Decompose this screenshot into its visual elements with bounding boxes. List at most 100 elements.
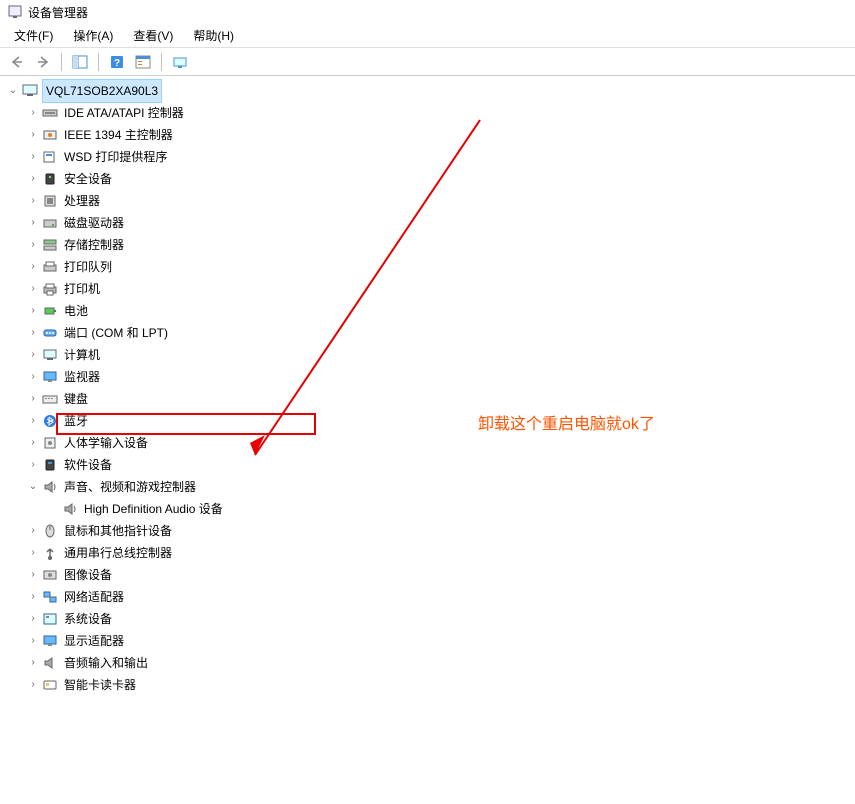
expander-icon[interactable]: › — [26, 300, 40, 322]
item-label: 系统设备 — [62, 607, 114, 631]
expander-icon[interactable]: › — [26, 146, 40, 168]
tree-item-usb[interactable]: › 通用串行总线控制器 — [6, 542, 855, 564]
root-label: VQL71SOB2XA90L3 — [42, 79, 162, 103]
port-icon — [42, 325, 58, 341]
expander-icon[interactable]: › — [26, 234, 40, 256]
tree-item-computer[interactable]: › 计算机 — [6, 344, 855, 366]
item-label: 电池 — [62, 299, 90, 323]
app-icon — [8, 5, 22, 19]
expander-icon[interactable]: › — [26, 102, 40, 124]
expander-icon[interactable]: › — [26, 278, 40, 300]
menu-action[interactable]: 操作(A) — [63, 24, 123, 47]
item-label: 打印机 — [62, 277, 102, 301]
smartcard-icon — [42, 677, 58, 693]
item-label: 软件设备 — [62, 453, 114, 477]
firewire-icon — [42, 127, 58, 143]
expander-icon[interactable]: › — [26, 652, 40, 674]
audio-icon — [42, 655, 58, 671]
item-label: WSD 打印提供程序 — [62, 145, 169, 169]
usb-icon — [42, 545, 58, 561]
expander-icon[interactable]: › — [26, 410, 40, 432]
expander-icon[interactable]: › — [26, 542, 40, 564]
expander-icon[interactable]: ⌄ — [6, 80, 20, 102]
tree-item-image[interactable]: › 图像设备 — [6, 564, 855, 586]
tree-item-display[interactable]: › 显示适配器 — [6, 630, 855, 652]
svg-text:?: ? — [114, 58, 120, 69]
expander-icon[interactable]: › — [26, 168, 40, 190]
printer-icon — [42, 281, 58, 297]
expander-icon[interactable]: › — [26, 630, 40, 652]
tree-item-port[interactable]: › 端口 (COM 和 LPT) — [6, 322, 855, 344]
item-label: 监视器 — [62, 365, 102, 389]
tree-item-network[interactable]: › 网络适配器 — [6, 586, 855, 608]
tree-item-bluetooth[interactable]: › 蓝牙 — [6, 410, 855, 432]
expander-icon[interactable]: › — [26, 432, 40, 454]
tree-item-keyboard[interactable]: › 键盘 — [6, 388, 855, 410]
tree-item-software[interactable]: › 软件设备 — [6, 454, 855, 476]
expander-icon[interactable]: › — [26, 366, 40, 388]
tree-item-monitor[interactable]: › 监视器 — [6, 366, 855, 388]
tree-root[interactable]: ⌄ VQL71SOB2XA90L3 — [6, 80, 855, 102]
expander-icon[interactable]: › — [26, 520, 40, 542]
expander-icon[interactable]: › — [26, 586, 40, 608]
tree-item-cpu[interactable]: › 处理器 — [6, 190, 855, 212]
tree-item-wsd[interactable]: › WSD 打印提供程序 — [6, 146, 855, 168]
keyboard-icon — [42, 391, 58, 407]
item-label: 端口 (COM 和 LPT) — [62, 321, 170, 345]
item-label: 声音、视频和游戏控制器 — [62, 475, 198, 499]
item-label: 显示适配器 — [62, 629, 126, 653]
tree-item-hd-audio[interactable]: High Definition Audio 设备 — [6, 498, 855, 520]
device-tree[interactable]: ⌄ VQL71SOB2XA90L3 › IDE ATA/ATAPI 控制器 › … — [0, 76, 855, 696]
expander-icon[interactable]: › — [26, 212, 40, 234]
forward-button[interactable] — [32, 51, 54, 73]
menu-help[interactable]: 帮助(H) — [183, 24, 244, 47]
hid-icon — [42, 435, 58, 451]
tree-item-sound[interactable]: ⌄ 声音、视频和游戏控制器 — [6, 476, 855, 498]
tree-item-printer[interactable]: › 打印机 — [6, 278, 855, 300]
expander-icon[interactable]: › — [26, 256, 40, 278]
tree-item-audio[interactable]: › 音频输入和输出 — [6, 652, 855, 674]
tree-item-security[interactable]: › 安全设备 — [6, 168, 855, 190]
expander-icon[interactable]: › — [26, 322, 40, 344]
help-button[interactable]: ? — [106, 51, 128, 73]
expander-icon[interactable]: ⌄ — [26, 476, 40, 498]
tree-item-ide[interactable]: › IDE ATA/ATAPI 控制器 — [6, 102, 855, 124]
ide-icon — [42, 105, 58, 121]
item-label: 安全设备 — [62, 167, 114, 191]
tree-item-storage[interactable]: › 存储控制器 — [6, 234, 855, 256]
back-button[interactable] — [6, 51, 28, 73]
expander-icon[interactable]: › — [26, 344, 40, 366]
tree-item-disk[interactable]: › 磁盘驱动器 — [6, 212, 855, 234]
show-hide-button[interactable] — [69, 51, 91, 73]
menu-file[interactable]: 文件(F) — [4, 24, 63, 47]
sound-icon — [42, 479, 58, 495]
expander-icon[interactable]: › — [26, 388, 40, 410]
tree-item-battery[interactable]: › 电池 — [6, 300, 855, 322]
expander-icon[interactable]: › — [26, 564, 40, 586]
toolbar-separator — [161, 53, 162, 71]
expander-icon[interactable]: › — [26, 674, 40, 696]
expander-icon[interactable]: › — [26, 454, 40, 476]
title-bar: 设备管理器 — [0, 0, 855, 24]
expander-icon[interactable]: › — [26, 190, 40, 212]
computer-icon — [22, 83, 38, 99]
security-icon — [42, 171, 58, 187]
expander-icon[interactable]: › — [26, 608, 40, 630]
expander-icon[interactable]: › — [26, 124, 40, 146]
tree-item-printqueue[interactable]: › 打印队列 — [6, 256, 855, 278]
tree-item-hid[interactable]: › 人体学输入设备 — [6, 432, 855, 454]
properties-button[interactable] — [132, 51, 154, 73]
item-label: 图像设备 — [62, 563, 114, 587]
tree-item-system[interactable]: › 系统设备 — [6, 608, 855, 630]
tree-item-ieee1394[interactable]: › IEEE 1394 主控制器 — [6, 124, 855, 146]
menu-view[interactable]: 查看(V) — [123, 24, 183, 47]
computer-cat-icon — [42, 347, 58, 363]
wsd-icon — [42, 149, 58, 165]
item-label: 智能卡读卡器 — [62, 673, 138, 697]
window-title: 设备管理器 — [28, 4, 88, 21]
scan-button[interactable] — [169, 51, 191, 73]
tree-item-smartcard[interactable]: › 智能卡读卡器 — [6, 674, 855, 696]
tree-item-mouse[interactable]: › 鼠标和其他指针设备 — [6, 520, 855, 542]
toolbar-separator — [98, 53, 99, 71]
item-label: 蓝牙 — [62, 409, 90, 433]
